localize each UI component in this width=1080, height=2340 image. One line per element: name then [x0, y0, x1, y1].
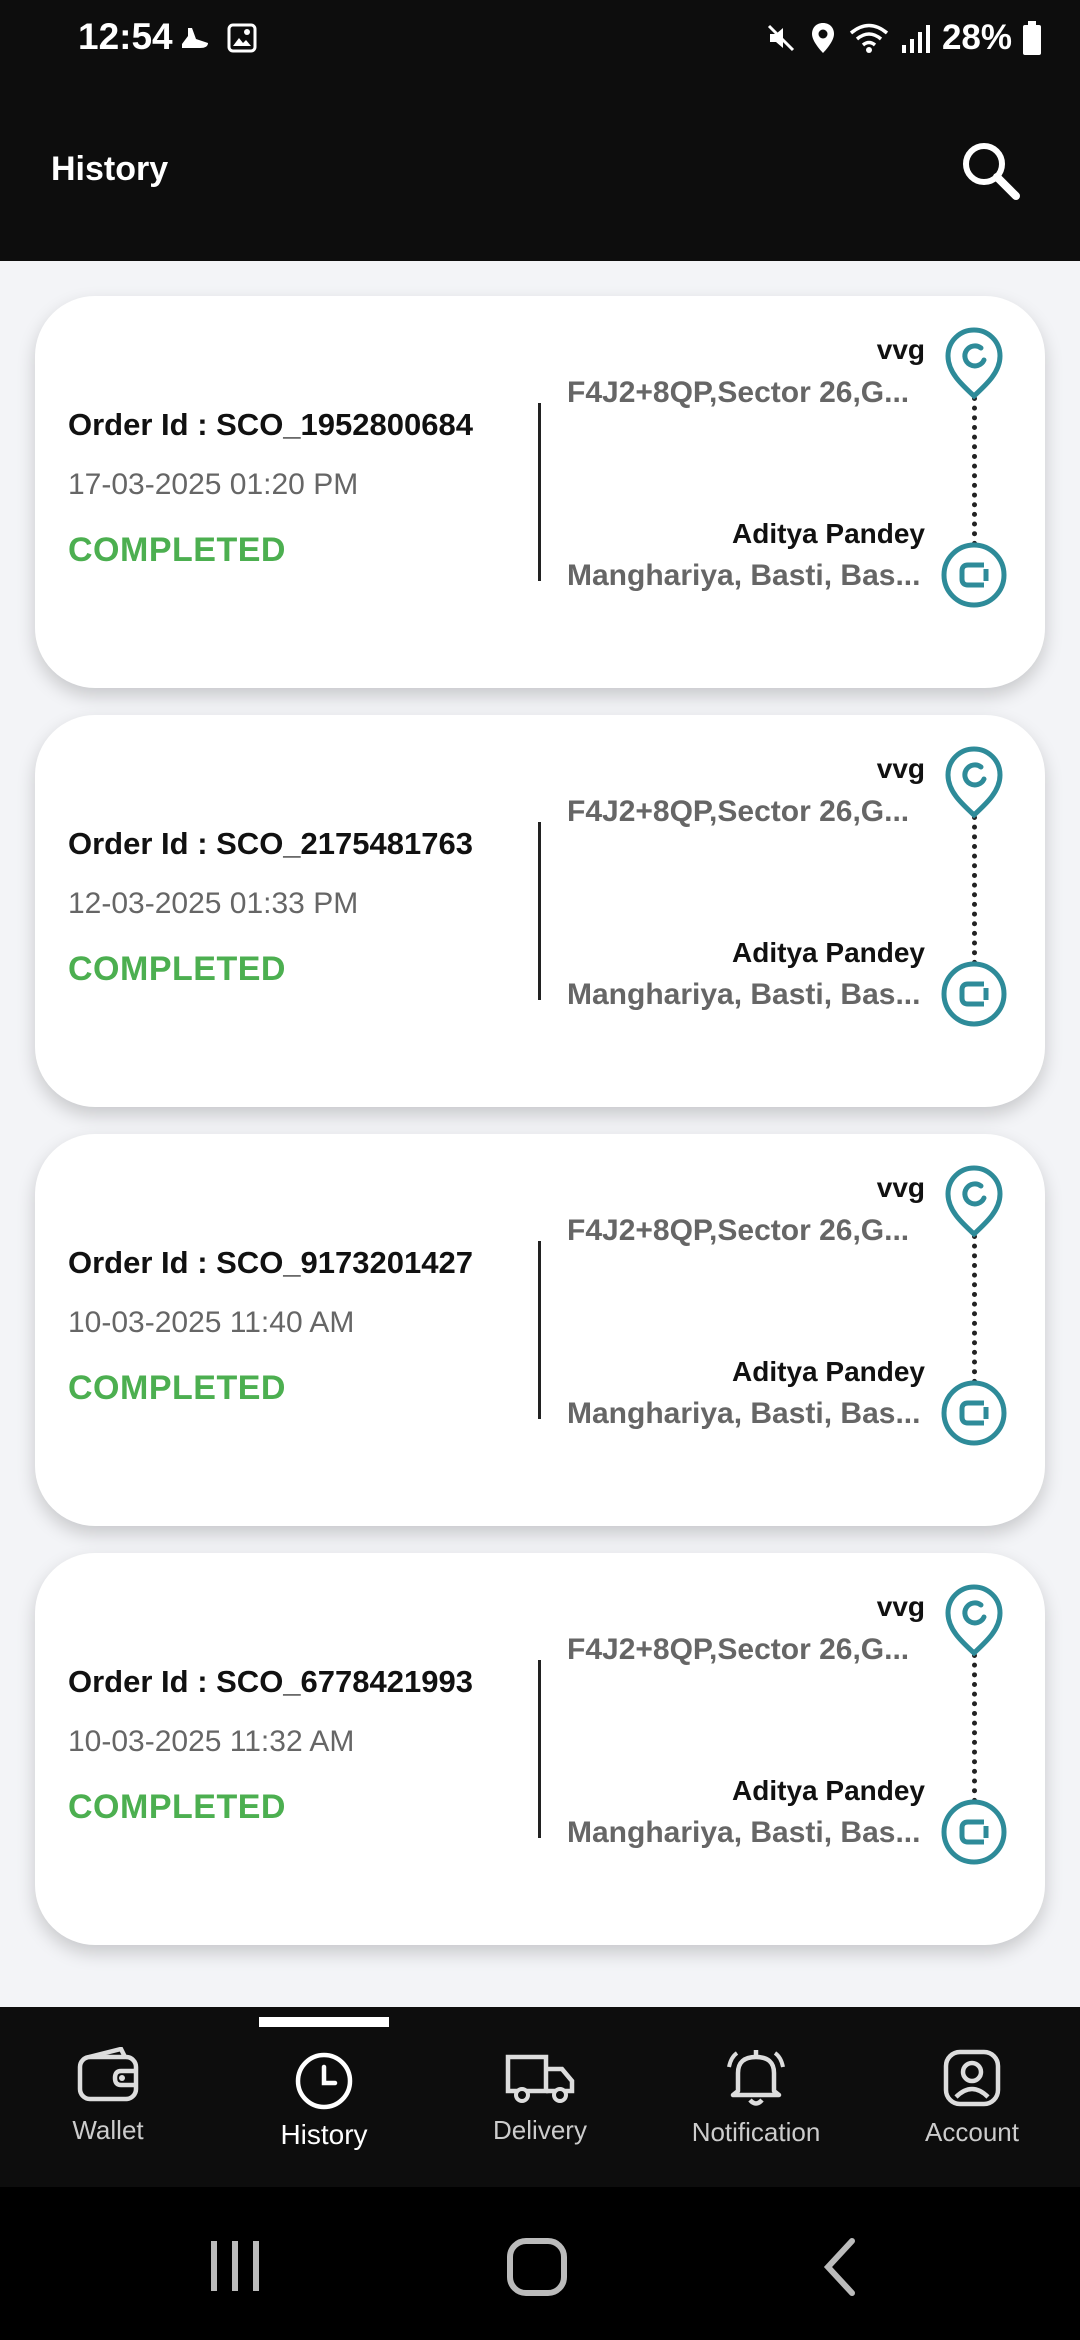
nav-notification[interactable]: Notification [666, 2047, 846, 2148]
drop-name: Aditya Pandey [732, 1356, 925, 1387]
mute-icon [767, 24, 794, 52]
pickup-pin-icon [945, 327, 1003, 400]
image-notification-icon [227, 23, 257, 53]
search-button[interactable] [958, 138, 1024, 204]
page-title: History [51, 150, 169, 188]
wifi-icon [849, 23, 889, 53]
nav-label: Delivery [493, 2115, 587, 2145]
system-navigation-bar [0, 2187, 1080, 2340]
order-card[interactable]: Order Id : SCO_1952800684 17-03-2025 01:… [35, 296, 1045, 688]
route-line [972, 1653, 977, 1803]
order-id: Order Id : SCO_2175481763 [68, 826, 473, 861]
drop-name: Aditya Pandey [732, 518, 925, 549]
battery-icon [1023, 21, 1041, 55]
nav-label: Notification [691, 2117, 821, 2147]
divider [538, 1241, 541, 1419]
nav-label: Wallet [72, 2115, 144, 2145]
home-icon [507, 2238, 567, 2296]
wallet-icon [77, 2047, 139, 2102]
drop-address: Manghariya, Basti, Bas... [567, 1397, 921, 1430]
shoe-notification-icon [182, 28, 208, 48]
pickup-name: vvg [876, 1591, 925, 1622]
status-time: 12:54 [78, 16, 173, 57]
route-line [972, 396, 977, 546]
order-card[interactable]: Order Id : SCO_6778421993 10-03-2025 11:… [35, 1553, 1045, 1945]
app-bar: History [0, 80, 1080, 261]
divider [538, 1660, 541, 1838]
drop-location-icon [941, 1799, 1007, 1865]
order-date: 10-03-2025 11:32 AM [68, 1725, 355, 1758]
location-icon [811, 23, 834, 53]
drop-name: Aditya Pandey [732, 937, 925, 968]
order-id: Order Id : SCO_1952800684 [68, 407, 473, 442]
route-line [972, 815, 977, 965]
active-tab-indicator [259, 2017, 389, 2027]
order-history-list: Order Id : SCO_1952800684 17-03-2025 01:… [0, 261, 1080, 2007]
order-id: Order Id : SCO_9173201427 [68, 1245, 473, 1280]
bottom-navigation: Wallet History Delivery Notification Acc… [0, 2007, 1080, 2187]
pickup-address: F4J2+8QP,Sector 26,G... [567, 1214, 910, 1247]
history-icon [295, 2052, 353, 2110]
order-date: 17-03-2025 01:20 PM [68, 468, 359, 501]
order-card[interactable]: Order Id : SCO_2175481763 12-03-2025 01:… [35, 715, 1045, 1107]
pickup-name: vvg [876, 334, 925, 365]
signal-icon [901, 25, 930, 53]
pickup-name: vvg [876, 1172, 925, 1203]
back-icon [823, 2238, 855, 2296]
order-status: COMPLETED [68, 1788, 286, 1826]
recents-icon [211, 2241, 259, 2291]
order-status: COMPLETED [68, 1369, 286, 1407]
drop-address: Manghariya, Basti, Bas... [567, 1816, 921, 1849]
route-line [972, 1234, 977, 1384]
account-icon [943, 2049, 1001, 2107]
drop-name: Aditya Pandey [732, 1775, 925, 1806]
order-status: COMPLETED [68, 950, 286, 988]
nav-delivery[interactable]: Delivery [450, 2047, 630, 2146]
pickup-address: F4J2+8QP,Sector 26,G... [567, 1633, 910, 1666]
back-button[interactable] [818, 2237, 862, 2302]
recents-button[interactable] [205, 2237, 265, 2300]
order-id: Order Id : SCO_6778421993 [68, 1664, 473, 1699]
pickup-address: F4J2+8QP,Sector 26,G... [567, 795, 910, 828]
search-icon [963, 143, 1020, 200]
battery-percent: 28% [941, 18, 1012, 57]
delivery-truck-icon [505, 2054, 575, 2103]
bell-icon [727, 2050, 785, 2106]
order-card[interactable]: Order Id : SCO_9173201427 10-03-2025 11:… [35, 1134, 1045, 1526]
nav-label: History [280, 2119, 368, 2150]
drop-address: Manghariya, Basti, Bas... [567, 978, 921, 1011]
nav-account[interactable]: Account [882, 2047, 1062, 2148]
nav-label: Account [925, 2117, 1019, 2147]
pickup-address: F4J2+8QP,Sector 26,G... [567, 376, 910, 409]
pickup-pin-icon [945, 746, 1003, 819]
order-date: 12-03-2025 01:33 PM [68, 887, 359, 920]
divider [538, 403, 541, 581]
drop-location-icon [941, 961, 1007, 1027]
drop-location-icon [941, 542, 1007, 608]
drop-address: Manghariya, Basti, Bas... [567, 559, 921, 592]
pickup-name: vvg [876, 753, 925, 784]
nav-history[interactable]: History [234, 2047, 414, 2151]
order-status: COMPLETED [68, 531, 286, 569]
status-bar: 12:54 28% [0, 0, 1080, 80]
home-button[interactable] [505, 2237, 569, 2302]
pickup-pin-icon [945, 1584, 1003, 1657]
order-date: 10-03-2025 11:40 AM [68, 1306, 355, 1339]
nav-wallet[interactable]: Wallet [18, 2047, 198, 2146]
pickup-pin-icon [945, 1165, 1003, 1238]
drop-location-icon [941, 1380, 1007, 1446]
divider [538, 822, 541, 1000]
